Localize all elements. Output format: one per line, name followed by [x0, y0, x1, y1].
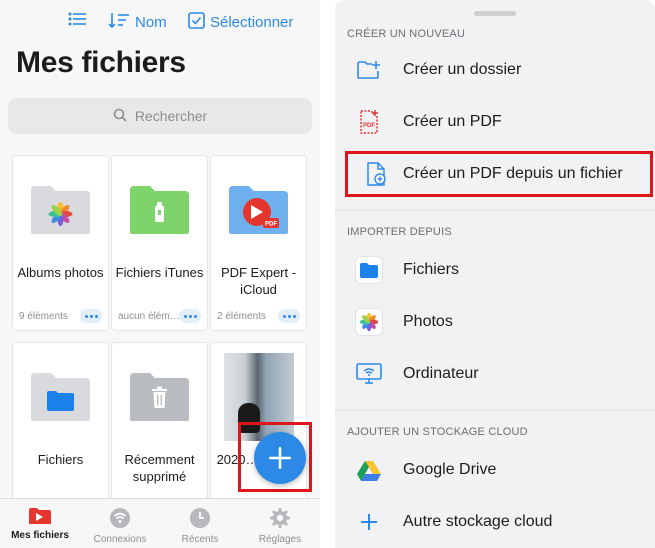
- item-label: Google Drive: [403, 461, 497, 478]
- section-header-cloud: AJOUTER UN STOCKAGE CLOUD: [347, 426, 528, 438]
- section-divider: [335, 410, 655, 411]
- plus-icon: [361, 514, 377, 530]
- tile-meta: 9 éléments: [19, 311, 68, 322]
- svg-text:PDF: PDF: [265, 222, 277, 228]
- tab-label: Mes fichiers: [11, 530, 69, 541]
- wifi-icon: [110, 508, 130, 528]
- select-button[interactable]: Sélectionner: [188, 12, 293, 33]
- section-divider: [335, 210, 655, 211]
- other-cloud-item[interactable]: Autre stockage cloud: [335, 496, 655, 548]
- folder-tile-pdf-expert-icloud[interactable]: PDF PDF Expert - iCloud 2 éléments: [210, 155, 307, 331]
- page-title: Mes fichiers: [16, 46, 186, 79]
- svg-text:PDF: PDF: [363, 123, 375, 129]
- tile-label: Albums photos: [17, 265, 104, 280]
- itunes-folder-icon: [130, 186, 189, 234]
- gear-icon: [270, 508, 290, 528]
- sort-icon: [108, 12, 130, 32]
- sort-button[interactable]: Nom: [108, 12, 167, 32]
- pdf-from-file-icon: [366, 162, 386, 186]
- create-sheet: CRÉER UN NOUVEAU Créer un dossier PDF Cr…: [335, 0, 655, 548]
- toolbar: Nom Sélectionner: [0, 10, 320, 34]
- search-placeholder: Rechercher: [134, 108, 208, 124]
- tab-label: Réglages: [258, 534, 302, 545]
- more-button[interactable]: [278, 309, 300, 323]
- screen: Nom Sélectionner Mes fichiers Rechercher: [0, 0, 655, 548]
- checkbox-icon: [188, 12, 205, 33]
- folder-tile-itunes[interactable]: Fichiers iTunes aucun élément: [111, 155, 208, 331]
- item-label: Photos: [403, 313, 453, 330]
- create-folder-item[interactable]: Créer un dossier: [335, 44, 655, 96]
- import-photos-item[interactable]: Photos: [335, 296, 655, 348]
- list-icon: [68, 12, 86, 30]
- create-pdf-from-file-item[interactable]: Créer un PDF depuis un fichier: [345, 151, 653, 197]
- my-files-icon: [29, 508, 51, 524]
- photos-app-icon: [355, 308, 383, 336]
- plus-icon: [269, 447, 291, 469]
- clock-icon: [190, 508, 210, 528]
- item-label: Fichiers: [403, 261, 460, 278]
- item-label: Autre stockage cloud: [403, 513, 553, 530]
- add-button-highlight: [238, 422, 312, 492]
- item-label: Créer un PDF: [403, 113, 502, 130]
- tab-bar: Mes fichiers Connexions Récents Réglages: [0, 498, 320, 548]
- tile-label: Fichiers iTunes: [115, 265, 204, 280]
- photos-folder-icon: [31, 186, 90, 234]
- more-button[interactable]: [179, 309, 201, 323]
- section-header-import: IMPORTER DEPUIS: [347, 226, 452, 238]
- new-folder-icon: [357, 61, 380, 79]
- trash-folder-icon: [130, 373, 189, 421]
- item-label: Ordinateur: [403, 365, 479, 382]
- panel-divider: [320, 0, 335, 548]
- files-screen: Nom Sélectionner Mes fichiers Rechercher: [0, 0, 320, 548]
- search-icon: [113, 108, 127, 125]
- tab-label: Récents: [181, 534, 219, 545]
- search-input[interactable]: Rechercher: [8, 98, 312, 134]
- item-label: Créer un PDF depuis un fichier: [403, 165, 623, 182]
- files-folder-icon: [31, 373, 90, 421]
- tab-recents[interactable]: Récents: [160, 499, 240, 548]
- folder-tile-files[interactable]: Fichiers: [12, 342, 109, 518]
- tab-settings[interactable]: Réglages: [240, 499, 320, 548]
- tile-meta: aucun élément: [118, 311, 180, 322]
- folder-tile-recently-deleted[interactable]: Récemment supprimé: [111, 342, 208, 518]
- files-app-icon: [355, 256, 383, 284]
- tile-label: Fichiers: [37, 452, 84, 467]
- tab-connections[interactable]: Connexions: [80, 499, 160, 548]
- item-label: Créer un dossier: [403, 61, 522, 78]
- more-button[interactable]: [80, 309, 102, 323]
- create-pdf-item[interactable]: PDF Créer un PDF: [335, 96, 655, 148]
- add-button[interactable]: [254, 432, 306, 484]
- tile-meta: 2 éléments: [217, 311, 266, 322]
- tile-label: Récemment supprimé: [124, 452, 195, 484]
- google-drive-item[interactable]: Google Drive: [335, 444, 655, 496]
- list-view-button[interactable]: [68, 12, 86, 30]
- import-files-item[interactable]: Fichiers: [335, 244, 655, 296]
- folder-tile-photos[interactable]: Albums photos 9 éléments: [12, 155, 109, 331]
- sort-label: Nom: [135, 13, 167, 31]
- select-label: Sélectionner: [210, 14, 294, 31]
- tile-label: PDF Expert - iCloud: [220, 265, 297, 297]
- sheet-grabber[interactable]: [474, 11, 516, 16]
- tab-my-files[interactable]: Mes fichiers: [0, 499, 80, 548]
- pdf-expert-folder-icon: PDF: [229, 186, 288, 234]
- computer-icon: [356, 363, 382, 384]
- section-header-create: CRÉER UN NOUVEAU: [347, 28, 466, 40]
- tab-label: Connexions: [93, 534, 147, 545]
- import-computer-item[interactable]: Ordinateur: [335, 348, 655, 400]
- new-pdf-icon: PDF: [360, 110, 378, 134]
- google-drive-icon: [357, 460, 381, 481]
